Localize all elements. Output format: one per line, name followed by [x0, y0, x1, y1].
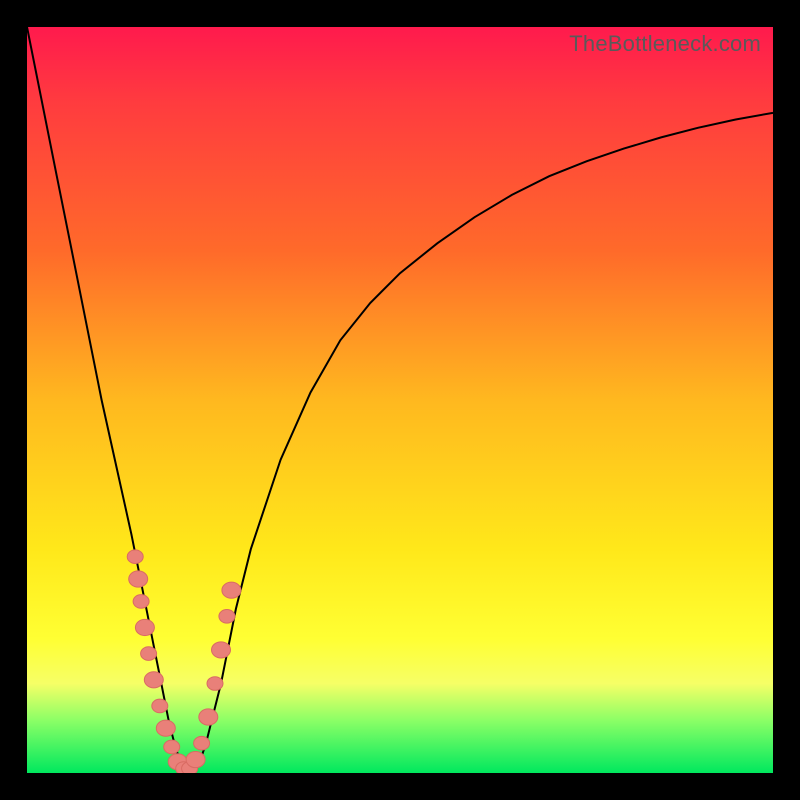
bottleneck-curve — [27, 27, 773, 773]
bead-group — [127, 550, 241, 773]
plot-area: TheBottleneck.com — [27, 27, 773, 773]
data-bead — [133, 595, 149, 609]
data-bead — [207, 677, 223, 691]
data-bead — [186, 752, 205, 768]
data-bead — [212, 642, 231, 658]
data-bead — [129, 571, 148, 587]
data-bead — [127, 550, 143, 564]
data-bead — [222, 582, 241, 598]
data-bead — [156, 720, 175, 736]
data-bead — [194, 736, 210, 750]
data-bead — [199, 709, 218, 725]
data-bead — [144, 672, 163, 688]
data-bead — [164, 740, 180, 754]
data-bead — [152, 699, 168, 713]
data-bead — [141, 647, 157, 661]
data-bead — [135, 619, 154, 635]
data-bead — [219, 610, 235, 624]
curve-line — [27, 27, 773, 773]
